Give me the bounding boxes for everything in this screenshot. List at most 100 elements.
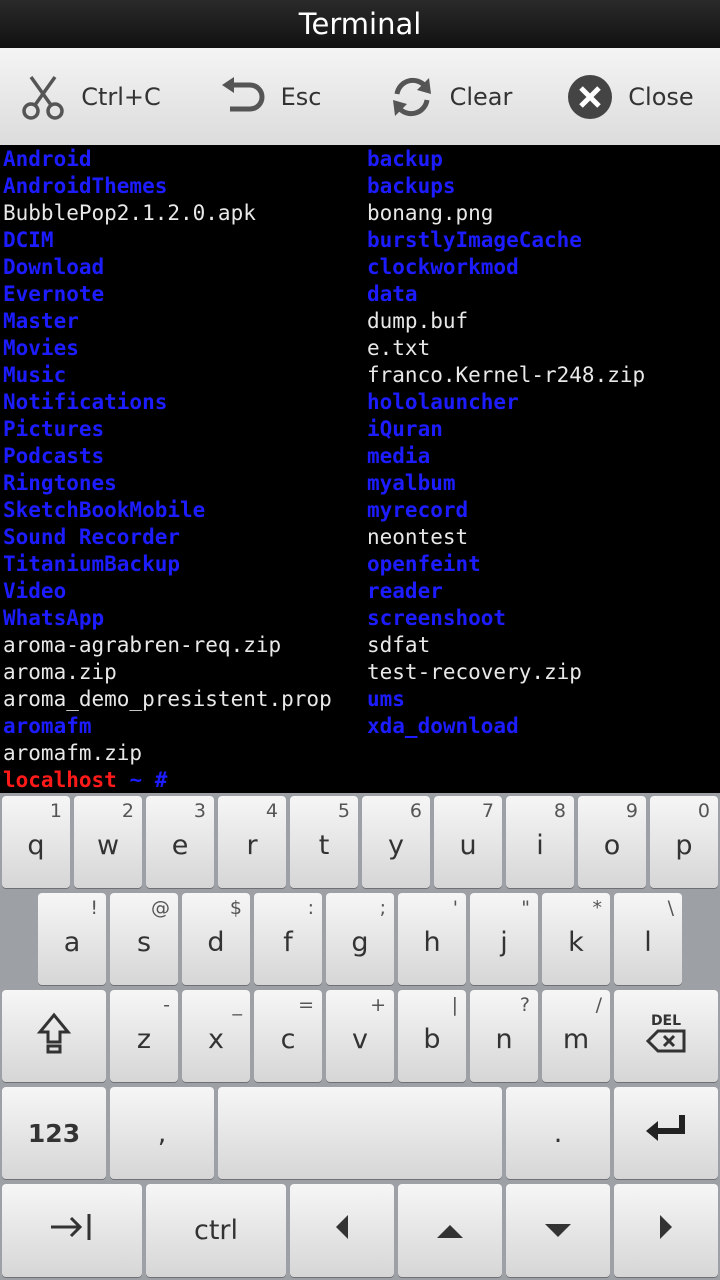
clear-label: Clear (449, 82, 513, 111)
arrow-right-icon (658, 1214, 674, 1247)
shift-key[interactable] (2, 990, 106, 1082)
clear-button[interactable]: Clear (360, 48, 540, 145)
terminal-output[interactable]: Android AndroidThemes BubblePop2.1.2.0.apk… (0, 145, 720, 793)
ctrl-c-label: Ctrl+C (81, 82, 161, 111)
key-secondary-label: | (451, 994, 458, 1016)
del-label: DEL (650, 1012, 682, 1029)
key-p[interactable]: 0p (650, 796, 718, 888)
key-label: g (351, 926, 369, 958)
file-entry: e.txt (367, 336, 431, 360)
key-r[interactable]: 4r (218, 796, 286, 888)
key-label: t (318, 829, 330, 861)
key-secondary-label: \ (667, 897, 674, 919)
close-button[interactable]: Close (540, 48, 720, 145)
ctrl-key[interactable]: ctrl (146, 1184, 286, 1277)
directory-entry: aromafm (3, 714, 92, 738)
delete-key[interactable]: DEL (614, 990, 718, 1082)
key-d[interactable]: $ d (182, 893, 250, 985)
key-label: u (459, 829, 477, 861)
refresh-icon (388, 73, 436, 121)
prompt-symbol: ~ # (116, 768, 168, 792)
key-secondary-label: = (298, 994, 314, 1016)
directory-entry: xda_download (367, 714, 519, 738)
shift-icon (36, 1012, 72, 1061)
key-u[interactable]: 7u (434, 796, 502, 888)
key-label: n (495, 1023, 513, 1055)
file-entry: test-recovery.zip (367, 660, 582, 684)
ctrl-c-button[interactable]: Ctrl+C (0, 48, 180, 145)
tab-key[interactable] (2, 1184, 142, 1277)
key-x[interactable]: _ x (182, 990, 250, 1082)
directory-entry: Android (3, 147, 92, 171)
key-h[interactable]: ' h (398, 893, 466, 985)
directory-entry: Notifications (3, 390, 168, 414)
directory-entry: myrecord (367, 498, 469, 522)
prompt-hostname: localhost (3, 768, 117, 792)
key-secondary-label: ' (452, 897, 458, 919)
numbers-label: 123 (27, 1118, 81, 1148)
directory-entry: Download (3, 255, 105, 279)
space-key[interactable] (218, 1087, 502, 1179)
key-f[interactable]: :f (254, 893, 322, 985)
file-entry: aroma.zip (3, 660, 117, 684)
directory-entry: Movies (3, 336, 79, 360)
directory-entry: Podcasts (3, 444, 105, 468)
arrow-right-key[interactable] (614, 1184, 718, 1277)
key-label: v (352, 1023, 368, 1055)
key-y[interactable]: 6y (362, 796, 430, 888)
arrow-up-key[interactable] (398, 1184, 502, 1277)
key-label: z (136, 1023, 152, 1055)
key-t[interactable]: 5t (290, 796, 358, 888)
comma-key[interactable]: , (110, 1087, 214, 1179)
key-secondary-label: - (163, 994, 170, 1016)
esc-label: Esc (280, 82, 322, 111)
soft-keyboard: DEL 123 , . ctrl 1 q 2 w 3 e 4 r 5 t 6 y… (0, 793, 720, 1280)
directory-entry: backup (367, 147, 443, 171)
key-k[interactable]: * k (542, 893, 610, 985)
numbers-key[interactable]: 123 (2, 1087, 106, 1179)
key-e[interactable]: 3e (146, 796, 214, 888)
directory-entry: iQuran (367, 417, 443, 441)
key-secondary-label: 9 (625, 800, 638, 822)
period-key[interactable]: . (506, 1087, 610, 1179)
key-n[interactable]: ? n (470, 990, 538, 1082)
key-secondary-label: " (521, 897, 530, 919)
file-entry: aromafm.zip (3, 741, 143, 765)
ctrl-label: ctrl (193, 1215, 239, 1246)
enter-key[interactable] (614, 1087, 718, 1179)
key-secondary-label: 0 (697, 800, 710, 822)
directory-entry: Sound Recorder (3, 525, 181, 549)
key-secondary-label: $ (229, 897, 242, 919)
key-label: b (423, 1023, 441, 1055)
arrow-left-icon (334, 1214, 350, 1247)
key-v[interactable]: + v (326, 990, 394, 1082)
key-secondary-label: 7 (481, 800, 494, 822)
key-label: x (208, 1023, 224, 1055)
key-label: m (562, 1023, 590, 1055)
key-l[interactable]: \ l (614, 893, 682, 985)
key-label: a (63, 926, 81, 958)
esc-button[interactable]: Esc (180, 48, 360, 145)
period-label: . (553, 1117, 563, 1149)
directory-entry: backups (367, 174, 456, 198)
key-label: c (280, 1023, 296, 1055)
key-b[interactable]: | b (398, 990, 466, 1082)
key-s[interactable]: @ s (110, 893, 178, 985)
key-q[interactable]: 1q (2, 796, 70, 888)
file-entry: sdfat (367, 633, 431, 657)
key-j[interactable]: " j (470, 893, 538, 985)
key-secondary-label: : (307, 897, 314, 919)
key-a[interactable]: ! a (38, 893, 106, 985)
key-m[interactable]: / m (542, 990, 610, 1082)
arrow-left-key[interactable] (290, 1184, 394, 1277)
arrow-down-key[interactable] (506, 1184, 610, 1277)
key-z[interactable]: -z (110, 990, 178, 1082)
key-c[interactable]: = c (254, 990, 322, 1082)
directory-entry: Master (3, 309, 79, 333)
file-entry: aroma-agrabren-req.zip (3, 633, 282, 657)
key-o[interactable]: 9o (578, 796, 646, 888)
key-w[interactable]: 2w (74, 796, 142, 888)
key-i[interactable]: 8i (506, 796, 574, 888)
key-g[interactable]: ; g (326, 893, 394, 985)
directory-entry: SketchBookMobile (3, 498, 206, 522)
